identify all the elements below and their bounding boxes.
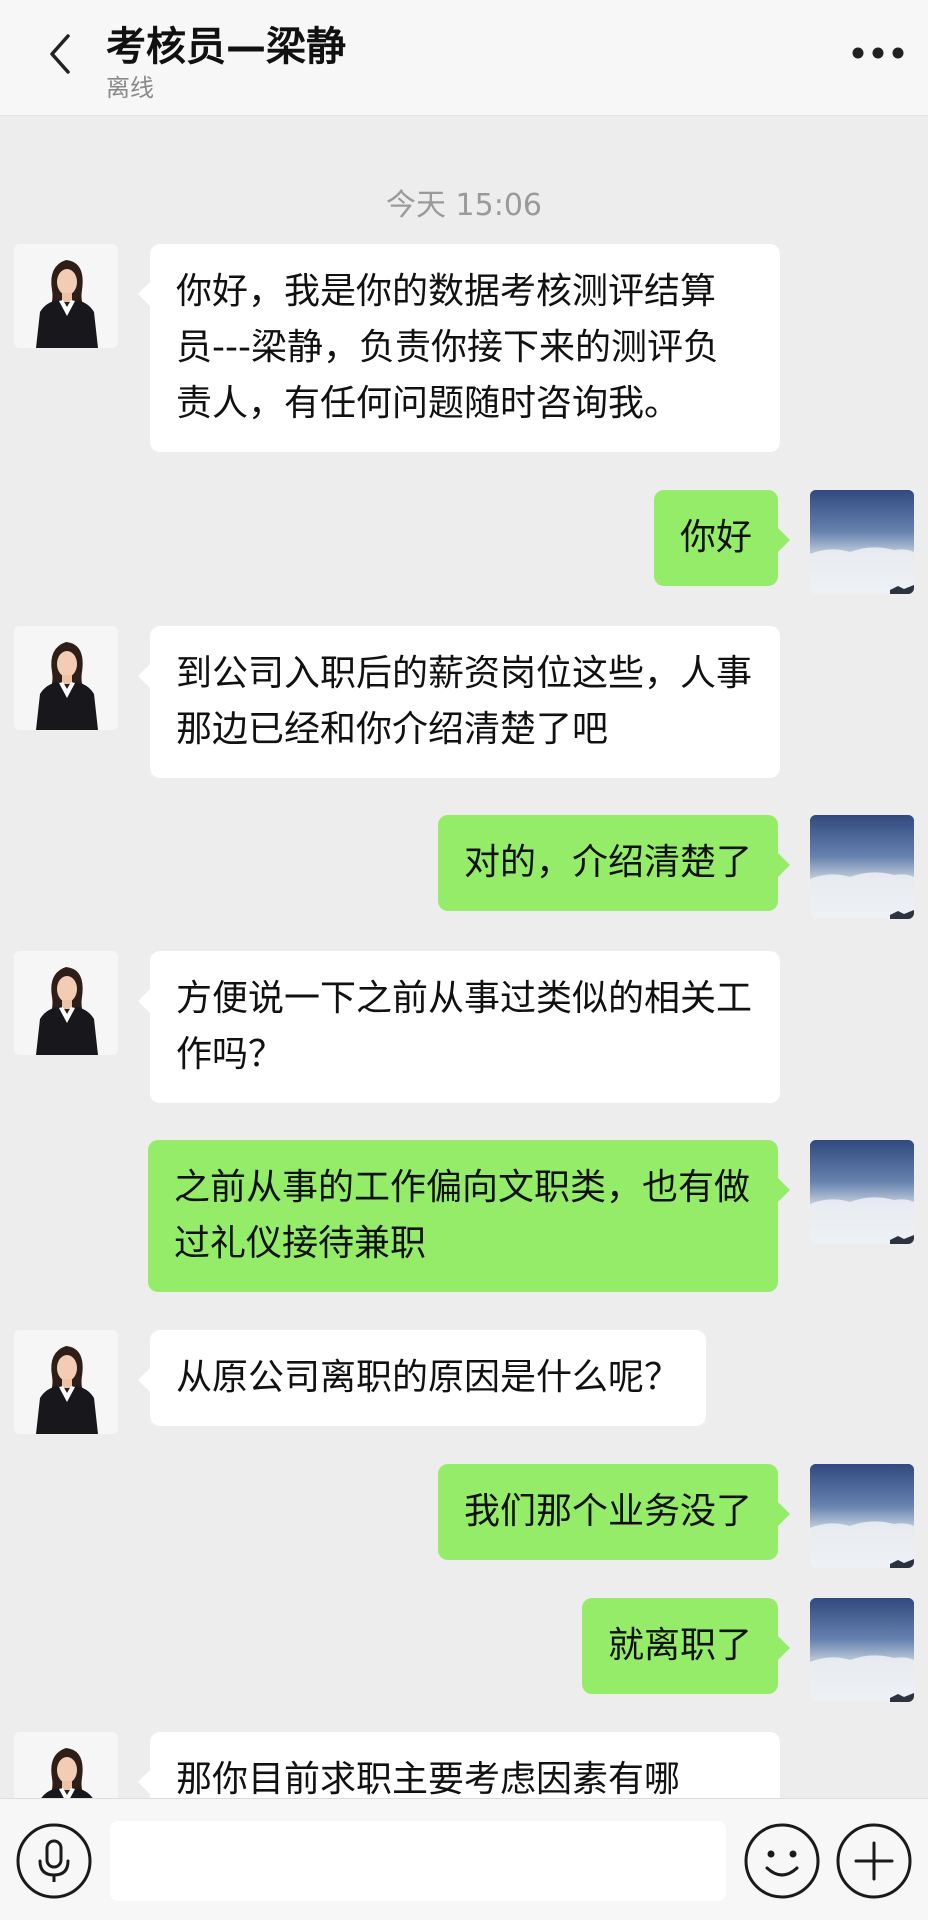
avatar[interactable] xyxy=(810,1140,914,1244)
sky-avatar-icon xyxy=(810,1464,914,1568)
avatar[interactable] xyxy=(14,951,118,1055)
message-bubble-sent[interactable]: 你好 xyxy=(653,490,791,586)
message-input[interactable] xyxy=(110,1821,726,1901)
contact-name: 考核员—梁静 xyxy=(106,24,346,70)
contact-status: 离线 xyxy=(106,74,154,102)
message-bubble-received[interactable]: 从原公司离职的原因是什么呢？ xyxy=(137,1330,707,1426)
chat-screen: 考核员—梁静 离线 今天 15:06 你好，我是你的数据考核测评结算员---梁静… xyxy=(0,0,928,1920)
message-bubble-sent[interactable]: 之前从事的工作偏向文职类，也有做过礼仪接待兼职 xyxy=(148,1140,790,1292)
message-bubble-received[interactable]: 方便说一下之前从事过类似的相关工作吗？ xyxy=(138,951,780,1103)
agent-avatar-icon xyxy=(14,244,118,348)
more-dots-icon xyxy=(852,47,904,59)
chat-header: 考核员—梁静 离线 xyxy=(0,0,928,116)
back-button[interactable] xyxy=(40,30,80,78)
avatar[interactable] xyxy=(810,490,914,594)
message-bubble-received[interactable]: 你好，我是你的数据考核测评结算员---梁静，负责你接下来的测评负责人，有任何问题… xyxy=(138,244,780,452)
plus-icon xyxy=(836,1823,912,1899)
input-bar xyxy=(0,1798,928,1920)
agent-avatar-icon xyxy=(14,626,118,730)
message-bubble-sent[interactable]: 对的，介绍清楚了 xyxy=(437,815,791,911)
sky-avatar-icon xyxy=(810,1140,914,1244)
sky-avatar-icon xyxy=(810,490,914,594)
sky-avatar-icon xyxy=(810,815,914,919)
avatar[interactable] xyxy=(810,815,914,919)
agent-avatar-icon xyxy=(14,951,118,1055)
microphone-icon xyxy=(16,1823,92,1899)
message-bubble-sent[interactable]: 我们那个业务没了 xyxy=(437,1464,791,1560)
chevron-left-icon xyxy=(50,34,70,74)
message-bubble-received[interactable]: 到公司入职后的薪资岗位这些，人事那边已经和你介绍清楚了吧 xyxy=(138,626,780,778)
avatar[interactable] xyxy=(14,1330,118,1434)
message-timestamp: 今天 15:06 xyxy=(386,188,542,223)
emoji-button[interactable] xyxy=(742,1821,822,1901)
more-functions-button[interactable] xyxy=(834,1821,914,1901)
message-bubble-sent[interactable]: 就离职了 xyxy=(581,1598,791,1694)
agent-avatar-icon xyxy=(14,1330,118,1434)
voice-button[interactable] xyxy=(14,1821,94,1901)
avatar[interactable] xyxy=(810,1598,914,1702)
avatar[interactable] xyxy=(14,244,118,348)
emoji-icon xyxy=(744,1823,820,1899)
avatar[interactable] xyxy=(14,626,118,730)
avatar[interactable] xyxy=(810,1464,914,1568)
sky-avatar-icon xyxy=(810,1598,914,1702)
more-button[interactable] xyxy=(850,36,906,70)
